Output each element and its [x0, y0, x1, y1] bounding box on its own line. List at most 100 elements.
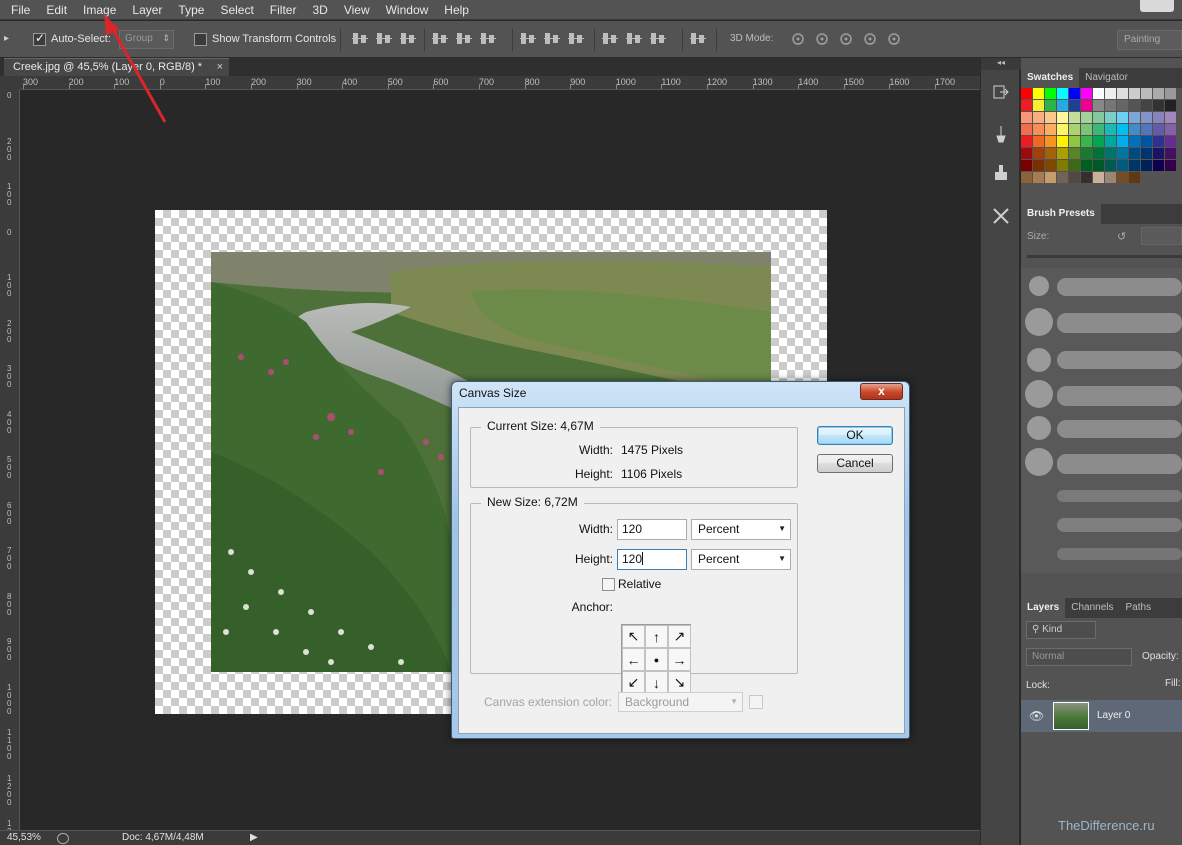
distribute-right-icon[interactable] [650, 31, 666, 47]
swatch[interactable] [1129, 172, 1140, 183]
swatch[interactable] [1117, 112, 1128, 123]
reset-size-icon[interactable]: ↺ [1117, 230, 1126, 243]
swatch[interactable] [1033, 88, 1044, 99]
anchor-bottom-right-icon[interactable]: ↘ [668, 671, 691, 694]
relative-checkbox[interactable] [602, 578, 615, 591]
scale-3d-icon[interactable] [886, 31, 902, 47]
swatch[interactable] [1117, 136, 1128, 147]
swatch[interactable] [1153, 160, 1164, 171]
swatch[interactable] [1081, 124, 1092, 135]
auto-align-icon[interactable] [690, 31, 706, 47]
dialog-close-button[interactable]: x [860, 383, 903, 400]
menu-select[interactable]: Select [212, 0, 261, 20]
tool-presets-panel-icon[interactable] [990, 205, 1012, 227]
tab-channels[interactable]: Channels [1065, 598, 1119, 618]
swatch[interactable] [1069, 160, 1080, 171]
swatch[interactable] [1129, 160, 1140, 171]
swatch[interactable] [1165, 160, 1176, 171]
swatch[interactable] [1129, 148, 1140, 159]
menu-type[interactable]: Type [170, 0, 212, 20]
swatch[interactable] [1081, 136, 1092, 147]
swatch[interactable] [1117, 124, 1128, 135]
swatch[interactable] [1153, 124, 1164, 135]
workspace-switcher[interactable]: Painting [1117, 30, 1182, 50]
extension-color-swatch[interactable] [749, 695, 763, 709]
status-menu-arrow-icon[interactable]: ▶ [250, 832, 258, 843]
swatch[interactable] [1165, 100, 1176, 111]
brush-panel-icon[interactable] [990, 123, 1012, 145]
swatch[interactable] [1057, 148, 1068, 159]
swatch[interactable] [1165, 136, 1176, 147]
menu-view[interactable]: View [336, 0, 378, 20]
swatch[interactable] [1153, 136, 1164, 147]
swatch[interactable] [1045, 100, 1056, 111]
new-height-input[interactable]: 120 [617, 549, 687, 570]
swatch[interactable] [1105, 112, 1116, 123]
swatch-grid[interactable] [1021, 88, 1182, 188]
distribute-bottom-icon[interactable] [568, 31, 584, 47]
size-field[interactable] [1141, 227, 1182, 245]
visibility-eye-icon[interactable]: 👁 [1029, 709, 1044, 723]
swatch[interactable] [1141, 100, 1152, 111]
swatch[interactable] [1105, 136, 1116, 147]
swatch[interactable] [1033, 160, 1044, 171]
swatch[interactable] [1165, 124, 1176, 135]
swatch[interactable] [1141, 88, 1152, 99]
swatch[interactable] [1069, 148, 1080, 159]
menu-image[interactable]: Image [75, 0, 124, 20]
swatch[interactable] [1069, 112, 1080, 123]
swatch[interactable] [1153, 100, 1164, 111]
swatch[interactable] [1033, 172, 1044, 183]
swatch[interactable] [1045, 124, 1056, 135]
swatch[interactable] [1117, 148, 1128, 159]
swatch[interactable] [1105, 160, 1116, 171]
layer-row[interactable]: 👁 Layer 0 [1021, 700, 1182, 732]
anchor-top-left-icon[interactable]: ↖ [622, 625, 645, 648]
swatch[interactable] [1033, 136, 1044, 147]
menu-file[interactable]: File [0, 0, 38, 20]
swatch[interactable] [1069, 124, 1080, 135]
close-tab-icon[interactable]: × [217, 61, 223, 73]
swatch[interactable] [1045, 160, 1056, 171]
menu-help[interactable]: Help [436, 0, 477, 20]
align-bottom-icon[interactable] [400, 31, 416, 47]
anchor-top-icon[interactable]: ↑ [645, 625, 668, 648]
swatch[interactable] [1105, 148, 1116, 159]
swatch[interactable] [1093, 124, 1104, 135]
zoom-level[interactable]: 45,53% [7, 832, 41, 843]
menu-filter[interactable]: Filter [262, 0, 305, 20]
swatch[interactable] [1081, 160, 1092, 171]
swatch[interactable] [1093, 112, 1104, 123]
swatch[interactable] [1129, 112, 1140, 123]
swatch[interactable] [1129, 124, 1140, 135]
anchor-center-icon[interactable]: ● [645, 648, 668, 671]
show-transform-checkbox[interactable] [194, 33, 207, 46]
swatch[interactable] [1021, 88, 1032, 99]
blend-mode-dropdown[interactable]: Normal [1026, 648, 1132, 666]
swatch[interactable] [1021, 100, 1032, 111]
swatch[interactable] [1117, 160, 1128, 171]
align-vcenter-icon[interactable] [376, 31, 392, 47]
swatch[interactable] [1057, 160, 1068, 171]
swatch[interactable] [1021, 112, 1032, 123]
swatch[interactable] [1057, 172, 1068, 183]
swatch[interactable] [1141, 136, 1152, 147]
swatch[interactable] [1153, 88, 1164, 99]
anchor-left-icon[interactable]: ← [622, 648, 645, 671]
window-minimize-button[interactable] [1140, 0, 1174, 12]
drag-3d-icon[interactable] [838, 31, 854, 47]
tab-navigator[interactable]: Navigator [1079, 68, 1134, 88]
width-unit-select[interactable]: Percent [691, 519, 791, 540]
swatch[interactable] [1093, 88, 1104, 99]
swatch[interactable] [1105, 88, 1116, 99]
anchor-grid[interactable]: ↖ ↑ ↗ ← ● → ↙ ↓ ↘ [621, 624, 691, 694]
swatch[interactable] [1117, 100, 1128, 111]
auto-select-checkbox[interactable] [33, 31, 46, 46]
clone-source-panel-icon[interactable] [990, 162, 1012, 184]
distribute-hcenter-icon[interactable] [626, 31, 642, 47]
swatch[interactable] [1045, 136, 1056, 147]
auto-select-target-dropdown[interactable]: Group [119, 30, 174, 49]
align-top-icon[interactable] [352, 31, 368, 47]
distribute-top-icon[interactable] [520, 31, 536, 47]
align-hcenter-icon[interactable] [456, 31, 472, 47]
